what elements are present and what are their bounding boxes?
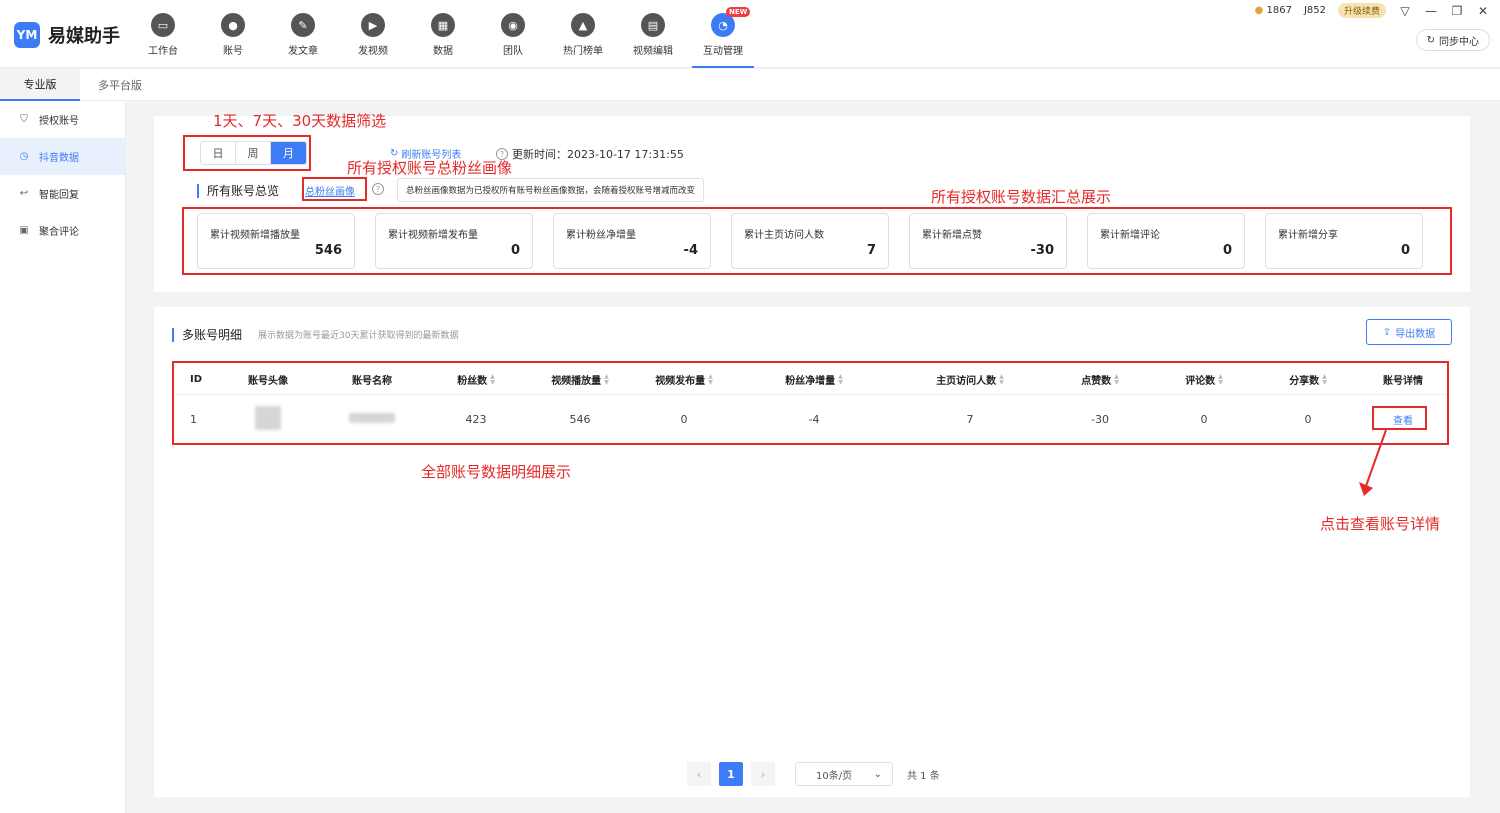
pagination: ‹ 1 › 10条/页 ⌄ 共 1 条 [687, 762, 940, 786]
nav-label: 热门榜单 [563, 46, 603, 57]
coin-icon: ● [1254, 5, 1264, 16]
annotation-filter: 1天、7天、30天数据筛选 [213, 112, 387, 130]
nav-item-1[interactable]: ● 账号 [198, 0, 268, 68]
window-controls: ● 1867 J852 升级续费 ▽ — ❐ ✕ [1255, 3, 1490, 18]
dropdown-icon[interactable]: ▽ [1398, 4, 1412, 18]
nav-item-0[interactable]: ▭ 工作台 [128, 0, 198, 68]
comment-icon: ▣ [19, 225, 29, 236]
flame-icon: ▲ [571, 13, 595, 37]
annotation-view: 点击查看账号详情 [1320, 515, 1441, 533]
user-icon: ● [221, 13, 245, 37]
monitor-icon: ▭ [151, 13, 175, 37]
new-badge: NEW [726, 7, 751, 17]
reply-icon: ↩ [19, 188, 29, 199]
upgrade-button[interactable]: 升级续费 [1337, 3, 1386, 18]
team-icon: ◉ [501, 13, 525, 37]
nav-item-6[interactable]: ▲ 热门榜单 [548, 0, 618, 68]
nav-label: 互动管理 [703, 46, 743, 57]
fan-portrait-tooltip: 总粉丝画像数据为已授权所有账号粉丝画像数据，会随着授权账号增减而改变 [397, 178, 705, 202]
nav-label: 发视频 [358, 46, 388, 57]
chevron-down-icon: ⌄ [873, 768, 882, 780]
annotation-box-detail [172, 361, 1449, 445]
briefcase-icon: ▤ [641, 13, 665, 37]
sidebar-item-1[interactable]: ◷ 抖音数据 [0, 138, 125, 175]
annotation-box-fan-portrait [302, 177, 367, 201]
top-bar: YM 易媒助手 ▭ 工作台 ● 账号 ✎ 发文章 ▶ 发视频 ▦ 数据 ◉ 团队 ▲ 热门榜单 ▤ 视频编辑 ◔… [0, 0, 1500, 68]
annotation-detail: 全部账号数据明细展示 [421, 463, 572, 481]
sidebar: ⛉ 授权账号 ◷ 抖音数据 ↩ 智能回复 ▣ 聚合评论 [0, 101, 126, 813]
sidebar-item-2[interactable]: ↩ 智能回复 [0, 175, 125, 212]
chart-icon: ▦ [431, 13, 455, 37]
section-marker [197, 183, 199, 198]
export-data-button[interactable]: ⇪ 导出数据 [1366, 319, 1452, 345]
sidebar-item-label: 授权账号 [39, 116, 79, 127]
export-icon: ⇪ [1382, 326, 1392, 338]
nav-label: 数据 [433, 46, 453, 57]
nav-item-3[interactable]: ▶ 发视频 [338, 0, 408, 68]
update-time: ? 更新时间：2023-10-17 17:31:55 [496, 146, 684, 162]
overview-section-title: 所有账号总览 [197, 182, 279, 199]
main-nav: ▭ 工作台 ● 账号 ✎ 发文章 ▶ 发视频 ▦ 数据 ◉ 团队 ▲ 热门榜单 ▤ 视频编辑 ◔ 互动管理 NEW [128, 0, 758, 68]
sidebar-item-0[interactable]: ⛉ 授权账号 [0, 101, 125, 138]
nav-item-5[interactable]: ◉ 团队 [478, 0, 548, 68]
annotation-box-view [1372, 406, 1427, 430]
nav-item-4[interactable]: ▦ 数据 [408, 0, 478, 68]
annotation-arrow-icon [1359, 429, 1387, 496]
page-size-select[interactable]: 10条/页 ⌄ [795, 762, 893, 786]
prev-page-button[interactable]: ‹ [687, 762, 711, 786]
minimize-icon[interactable]: — [1424, 4, 1438, 18]
total-count: 共 1 条 [907, 770, 940, 782]
page-number[interactable]: 1 [719, 762, 743, 786]
annotation-box-filter [183, 135, 311, 171]
user-name[interactable]: J852 [1304, 5, 1326, 16]
annotation-box-summary [182, 207, 1452, 275]
quill-icon: ✎ [291, 13, 315, 37]
nav-label: 视频编辑 [633, 46, 673, 57]
coin-count: ● 1867 [1254, 5, 1292, 16]
nav-label: 工作台 [148, 46, 178, 57]
shield-icon: ⛉ [20, 114, 28, 125]
sync-center-button[interactable]: ↻ 同步中心 [1415, 29, 1490, 51]
next-page-button[interactable]: › [751, 762, 775, 786]
app-title: 易媒助手 [48, 26, 120, 47]
close-icon[interactable]: ✕ [1476, 4, 1490, 18]
detail-description: 展示数据为账号最近30天累计获取得到的最新数据 [258, 331, 459, 341]
detail-section-title: 多账号明细 展示数据为账号最近30天累计获取得到的最新数据 [172, 326, 458, 343]
logo-icon: YM [14, 22, 40, 48]
nav-label: 发文章 [288, 46, 318, 57]
sidebar-item-label: 聚合评论 [39, 227, 79, 238]
sidebar-item-3[interactable]: ▣ 聚合评论 [0, 212, 125, 249]
nav-item-7[interactable]: ▤ 视频编辑 [618, 0, 688, 68]
version-tab-1[interactable]: 多平台版 [80, 69, 160, 101]
version-tab-0[interactable]: 专业版 [0, 69, 80, 101]
sync-icon: ↻ [1426, 34, 1435, 46]
nav-item-8[interactable]: ◔ 互动管理 NEW [688, 0, 758, 68]
restore-icon[interactable]: ❐ [1450, 4, 1464, 18]
section-marker [172, 327, 174, 342]
nav-label: 账号 [223, 46, 243, 57]
app-logo: YM 易媒助手 [14, 22, 120, 48]
sidebar-item-label: 抖音数据 [39, 153, 79, 164]
help-icon[interactable]: ? [372, 183, 384, 195]
nav-item-2[interactable]: ✎ 发文章 [268, 0, 338, 68]
version-tabs: 专业版 多平台版 [0, 69, 1500, 101]
annotation-summary: 所有授权账号数据汇总展示 [931, 188, 1112, 206]
play-icon: ▶ [361, 13, 385, 37]
annotation-fan-portrait: 所有授权账号总粉丝画像 [347, 159, 513, 177]
sidebar-item-label: 智能回复 [39, 190, 79, 201]
gauge-icon: ◷ [19, 151, 29, 162]
nav-label: 团队 [503, 46, 523, 57]
